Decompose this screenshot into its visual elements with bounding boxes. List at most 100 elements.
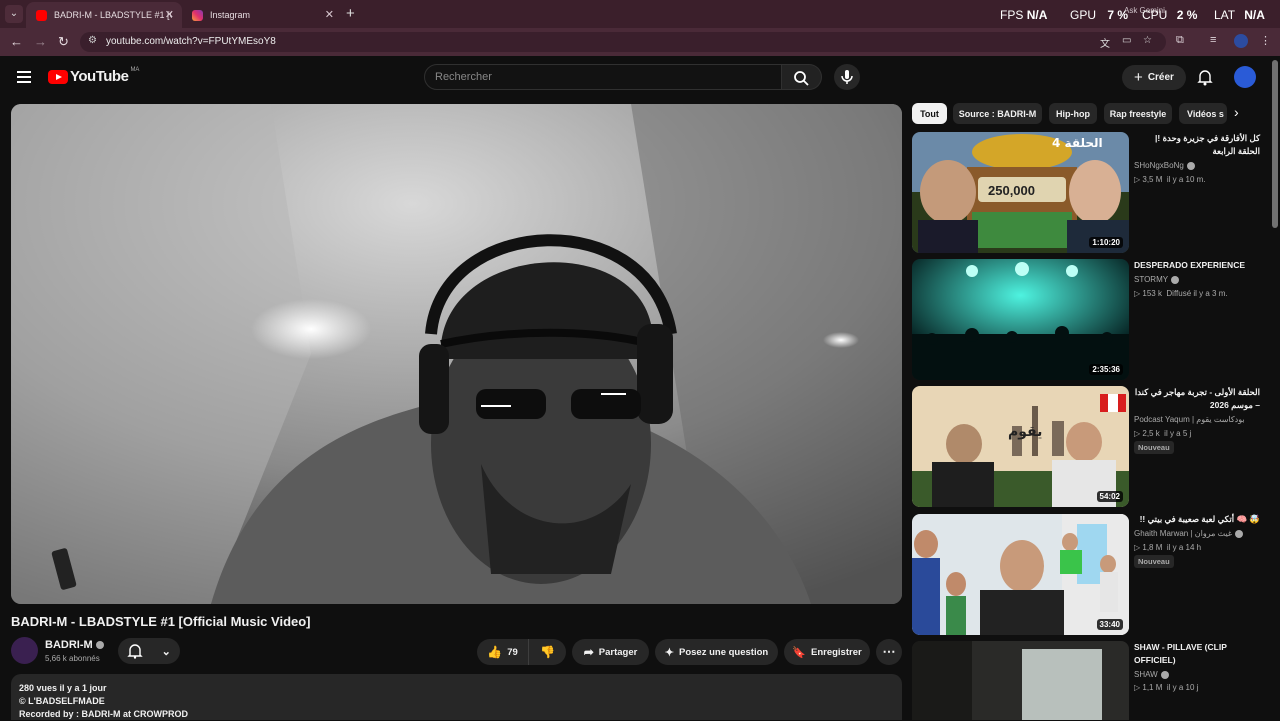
duration-badge: 33:40 xyxy=(1096,619,1123,630)
rec-views: 1,1 M xyxy=(1142,683,1163,692)
address-bar[interactable]: ⚙ youtube.com/watch?v=FPUtYMEsoY8 文 ▭ ☆ xyxy=(80,32,1166,52)
description-box[interactable]: 280 vues il y a 1 jour © L'BADSELFMADE R… xyxy=(11,674,902,720)
forward-arrow-icon[interactable]: → xyxy=(34,34,47,49)
chip-source[interactable]: Source : BADRI-M xyxy=(953,103,1042,124)
rec-channel[interactable]: Podcast Yaqum | بودكاست يقوم xyxy=(1134,415,1245,424)
rec-age: Diffusé il y a 3 m. xyxy=(1166,289,1228,298)
youtube-header: YouTube MA Rechercher + Créer xyxy=(0,56,1280,100)
cast-icon[interactable]: ▭ xyxy=(1122,35,1131,46)
rec-channel[interactable]: SHoNgxBoNg xyxy=(1134,161,1195,170)
thumbnail-image xyxy=(912,641,1129,720)
chip-hip-hop[interactable]: Hip-hop xyxy=(1049,103,1097,124)
rec-thumbnail[interactable]: 33:40 xyxy=(912,514,1129,635)
translate-icon[interactable]: 文 xyxy=(1100,35,1110,50)
create-button[interactable]: + Créer xyxy=(1122,65,1186,90)
browser-tab-bar: ⌄ BADRI-M - LBADSTYLE #1 [Offic ✕ Instag… xyxy=(0,0,1280,28)
back-arrow-icon[interactable]: ← xyxy=(10,34,23,49)
user-avatar[interactable] xyxy=(1234,66,1256,88)
new-badge: Nouveau xyxy=(1134,555,1174,568)
rec-channel[interactable]: Ghaith Marwan | غيث مروان xyxy=(1134,529,1244,538)
close-tab-icon[interactable]: ✕ xyxy=(325,8,334,21)
rec-thumbnail[interactable]: الحلقة 4 250,000 1:10:20 xyxy=(912,132,1129,253)
rec-thumbnail[interactable]: 2:35:36 xyxy=(912,259,1129,380)
thumbnail-image xyxy=(912,514,1129,635)
youtube-favicon-icon xyxy=(36,9,47,21)
rec-meta: ▷ 3,5 M il y a 10 m. xyxy=(1134,175,1206,184)
rec-channel[interactable]: SHAW xyxy=(1134,670,1169,679)
notifications-button[interactable] xyxy=(1196,68,1214,91)
rec-views: 2,5 k xyxy=(1142,429,1160,438)
browser-profile-avatar[interactable] xyxy=(1234,34,1248,48)
duration-badge: 54:02 xyxy=(1096,491,1123,502)
rec-channel[interactable]: STORMY xyxy=(1134,275,1180,284)
channel-avatar[interactable] xyxy=(11,637,38,664)
new-tab-button[interactable]: + xyxy=(346,5,355,22)
close-tab-icon[interactable]: ✕ xyxy=(165,8,174,21)
site-info-icon[interactable]: ⚙ xyxy=(88,35,97,46)
search-button[interactable] xyxy=(782,64,822,90)
extensions-icon[interactable]: ⧉ xyxy=(1176,34,1184,47)
video-frame-image xyxy=(11,104,902,604)
new-badge: Nouveau xyxy=(1134,441,1174,454)
rec-channel-text: SHAW xyxy=(1134,670,1158,679)
chip-rap-freestyle[interactable]: Rap freestyle xyxy=(1104,103,1172,124)
rec-title[interactable]: كل الأفارقة في جزيرة وحدة !| الحلقة الرا… xyxy=(1134,132,1260,158)
tab-instagram[interactable]: Instagram ✕ xyxy=(182,2,342,28)
reload-icon[interactable]: ↻ xyxy=(58,34,69,50)
channel-name[interactable]: BADRI-M xyxy=(45,639,104,651)
subscriber-count: 5,66 k abonnés xyxy=(45,654,100,663)
save-button[interactable]: 🔖 Enregistrer xyxy=(784,639,870,665)
ask-question-button[interactable]: ✦ Posez une question xyxy=(655,639,778,665)
ask-label: Posez une question xyxy=(679,646,769,658)
sparkle-icon: ✦ xyxy=(664,646,674,659)
verified-icon xyxy=(1171,275,1180,284)
bookmark-star-icon[interactable]: ☆ xyxy=(1143,35,1152,46)
rec-channel-text: STORMY xyxy=(1134,275,1169,284)
rec-views: 1,8 M xyxy=(1142,543,1163,552)
search-placeholder: Rechercher xyxy=(435,71,492,83)
rec-thumbnail[interactable] xyxy=(912,641,1129,720)
view-stats: 280 vues il y a 1 jour xyxy=(19,683,107,693)
tab-search-button[interactable]: ⌄ xyxy=(5,5,23,23)
rec-channel-text: Ghaith Marwan | غيث مروان xyxy=(1134,529,1233,538)
search-input[interactable]: Rechercher xyxy=(424,64,782,90)
like-button[interactable]: 👍 79 xyxy=(477,639,529,665)
channel-name-text: BADRI-M xyxy=(45,639,93,651)
browser-menu-icon[interactable]: ⋮ xyxy=(1260,34,1271,47)
hamburger-menu-icon[interactable] xyxy=(17,71,31,86)
logo-wordmark: YouTube xyxy=(70,68,129,85)
description-line: Recorded by : BADRI-M at CROWPROD xyxy=(19,709,189,719)
rec-title[interactable]: الحلقة الأولى - تجربة مهاجر في كندا – مو… xyxy=(1134,386,1260,412)
chevron-down-icon: ⌄ xyxy=(161,645,171,658)
country-code: MA xyxy=(130,66,140,73)
rec-title[interactable]: DESPERADO EXPERIENCE xyxy=(1134,259,1260,272)
reading-list-icon[interactable]: ≡ xyxy=(1210,34,1216,46)
url-text[interactable]: youtube.com/watch?v=FPUtYMEsoY8 xyxy=(106,36,276,47)
create-label: Créer xyxy=(1147,72,1174,83)
subscribed-notifications-button[interactable]: ⌄ xyxy=(118,638,180,664)
page-scrollbar[interactable] xyxy=(1272,60,1278,228)
more-actions-icon[interactable]: ⋯ xyxy=(876,639,902,665)
description-line: © L'BADSELFMADE xyxy=(19,696,105,706)
thumbnail-image: يقوم xyxy=(912,386,1129,507)
share-button[interactable]: ➦ Partager xyxy=(572,639,649,665)
verified-icon xyxy=(1160,670,1169,679)
chevron-right-icon[interactable]: › xyxy=(1234,104,1239,120)
cpu-readout: CPU 2 % xyxy=(1142,8,1198,22)
share-label: Partager xyxy=(598,646,638,658)
chip-videos[interactable]: Vidéos s xyxy=(1179,103,1227,124)
dislike-button[interactable]: 👎 xyxy=(529,639,566,665)
rec-views: 3,5 M xyxy=(1142,175,1163,184)
chip-all[interactable]: Tout xyxy=(912,103,947,124)
video-player[interactable] xyxy=(11,104,902,604)
rec-thumbnail[interactable]: يقوم 54:02 xyxy=(912,386,1129,507)
tab-youtube[interactable]: BADRI-M - LBADSTYLE #1 [Offic ✕ xyxy=(26,2,182,28)
rec-views: 153 k xyxy=(1142,289,1162,298)
voice-search-button[interactable] xyxy=(834,64,860,90)
verified-icon xyxy=(1235,529,1244,538)
rec-title[interactable]: SHAW - PILLAVE (CLIP OFFICIEL) xyxy=(1134,641,1260,667)
thumbs-down-icon: 👎 xyxy=(540,645,555,659)
tab-title: Instagram xyxy=(210,10,251,20)
youtube-logo[interactable]: YouTube MA xyxy=(48,66,140,85)
rec-title[interactable]: 🤯 🧠 أتكي لعبة صعيبة في بيتي !! xyxy=(1134,513,1260,526)
